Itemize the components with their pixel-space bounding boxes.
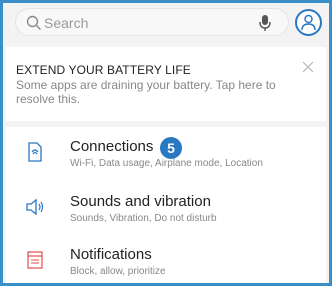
battery-card-body: Some apps are draining your battery. Tap…	[16, 78, 276, 106]
battery-card-title: EXTEND YOUR BATTERY LIFE	[16, 63, 191, 77]
settings-item-title: Connections	[70, 138, 154, 155]
profile-button[interactable]	[295, 9, 322, 36]
profile-icon	[301, 14, 316, 31]
mic-icon[interactable]	[258, 14, 272, 32]
settings-item-sounds[interactable]: Sounds and vibration Sounds, Vibration, …	[6, 186, 326, 238]
search-icon	[26, 15, 41, 30]
settings-item-subtitle: Sounds, Vibration, Do not disturb	[70, 213, 217, 224]
close-icon[interactable]	[302, 61, 314, 73]
screen-frame: Search EXTEND YOUR BATTERY LIFE Some app…	[0, 0, 332, 286]
battery-card[interactable]: EXTEND YOUR BATTERY LIFE Some apps are d…	[6, 47, 326, 121]
notifications-icon	[27, 251, 43, 269]
settings-list: Connections 5 Wi-Fi, Data usage, Airplan…	[6, 127, 326, 283]
sound-icon	[26, 198, 44, 216]
settings-item-notifications[interactable]: Notifications Block, allow, prioritize	[6, 239, 326, 283]
search-input[interactable]: Search	[44, 15, 88, 31]
settings-item-connections[interactable]: Connections 5 Wi-Fi, Data usage, Airplan…	[6, 131, 326, 183]
connections-icon	[28, 142, 42, 162]
step-callout-badge: 5	[160, 137, 182, 159]
search-bar[interactable]: Search	[15, 8, 289, 36]
settings-item-subtitle: Block, allow, prioritize	[70, 266, 166, 277]
settings-item-title: Notifications	[70, 246, 152, 263]
settings-item-subtitle: Wi-Fi, Data usage, Airplane mode, Locati…	[70, 158, 263, 169]
settings-item-title: Sounds and vibration	[70, 193, 211, 210]
